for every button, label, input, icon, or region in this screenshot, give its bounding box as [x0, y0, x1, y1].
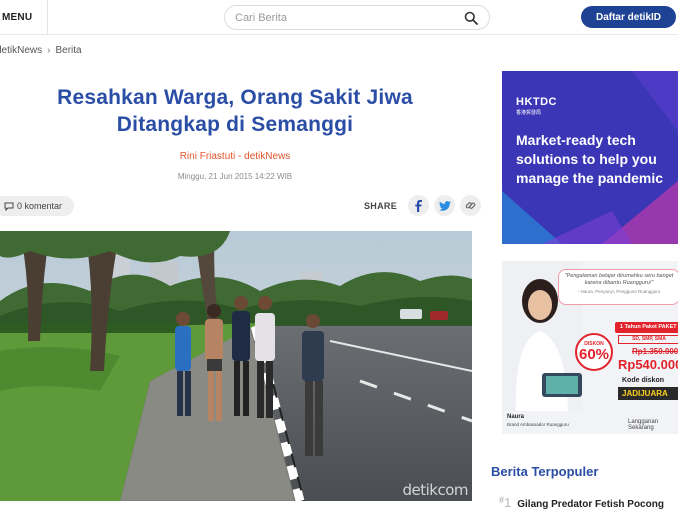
hktdc-headline: Market-ready tech solutions to help you … [516, 132, 664, 186]
breadcrumb: detikNews › Berita [0, 45, 82, 56]
popular-news-title: Gilang Predator Fetish Pocong [517, 499, 664, 509]
hktdc-brand-sub: 香港貿發局 [516, 110, 542, 116]
breadcrumb-item-berita[interactable]: Berita [55, 45, 81, 56]
discount-value: 60% [578, 346, 610, 363]
ruangguru-advertisement[interactable]: "Pengalaman belajar dirumahku seru bange… [502, 261, 678, 434]
comments-button[interactable]: 0 komentar [0, 196, 74, 216]
breadcrumb-item-detiknews[interactable]: detikNews [0, 45, 42, 56]
popular-rank: #1 [499, 495, 511, 509]
menu-button[interactable]: MENU [0, 0, 48, 35]
article-title-line-2: Ditangkap di Semanggi [116, 113, 354, 136]
new-price: Rp540.000 [618, 357, 678, 372]
discount-badge: DISKON 60% [575, 333, 613, 371]
comments-count: 0 komentar [17, 201, 63, 211]
hktdc-logo: HKTDC 香港貿發局 [516, 96, 557, 116]
link-icon [465, 202, 476, 209]
search-input[interactable] [235, 9, 455, 27]
testimonial-quote: "Pengalaman belajar dirumahku seru bange… [558, 269, 678, 305]
twitter-icon [438, 200, 451, 211]
comment-icon [4, 202, 14, 211]
package-badge: 1 Tahun Paket PAKET [615, 322, 678, 333]
chevron-right-icon: › [47, 45, 51, 56]
popular-rank-number: 1 [504, 495, 512, 509]
top-navigation-bar: MENU Daftar detikID [0, 0, 678, 35]
testimonial-text: "Pengalaman belajar dirumahku seru bange… [564, 273, 674, 286]
register-detikid-button[interactable]: Daftar detikID [581, 6, 676, 28]
testimonial-author: - Naura, Penyanyi, Pengguna Ruangguru [577, 289, 661, 294]
share-twitter-button[interactable] [434, 195, 456, 216]
share-bar: SHARE [364, 195, 482, 216]
facebook-icon [415, 199, 423, 212]
article-date: Minggu, 21 Jun 2015 14:22 WIB [177, 172, 293, 181]
article-author[interactable]: Rini Friastuti - detikNews [10, 151, 460, 162]
article-title: Resahkan Warga, Orang Sakit Jiwa Ditangk… [10, 84, 460, 138]
search-icon[interactable] [464, 11, 478, 25]
article-photo: detikcom [0, 231, 472, 501]
discount-code: JADIJUARA [618, 387, 678, 400]
article-title-line-1: Resahkan Warga, Orang Sakit Jiwa [57, 86, 413, 109]
discount-code-label: Kode diskon [622, 377, 665, 384]
share-link-button[interactable] [460, 195, 482, 216]
article-photo-illustration [0, 231, 472, 501]
old-price: Rp1.350.000 [632, 347, 678, 356]
menu-label: MENU [2, 12, 33, 23]
share-facebook-button[interactable] [408, 195, 430, 216]
search-box[interactable] [224, 5, 490, 30]
share-label: SHARE [364, 200, 398, 211]
levels-badge: SD, SMP, SMA [618, 335, 678, 344]
subscribe-cta[interactable]: Langganan Sekarang [628, 419, 678, 431]
popular-news-heading: Berita Terpopuler [491, 464, 599, 479]
register-label: Daftar detikID [595, 11, 661, 23]
popular-news-item[interactable]: #1 Gilang Predator Fetish Pocong [499, 495, 664, 509]
hktdc-brand: HKTDC [516, 96, 557, 108]
ambassador-name: Naura [507, 414, 525, 420]
hktdc-advertisement[interactable]: HKTDC 香港貿發局 Market-ready tech solutions … [502, 71, 678, 244]
ambassador-title: Brand Ambassador Ruangguru [507, 422, 569, 427]
photo-watermark: detikcom [402, 481, 468, 499]
